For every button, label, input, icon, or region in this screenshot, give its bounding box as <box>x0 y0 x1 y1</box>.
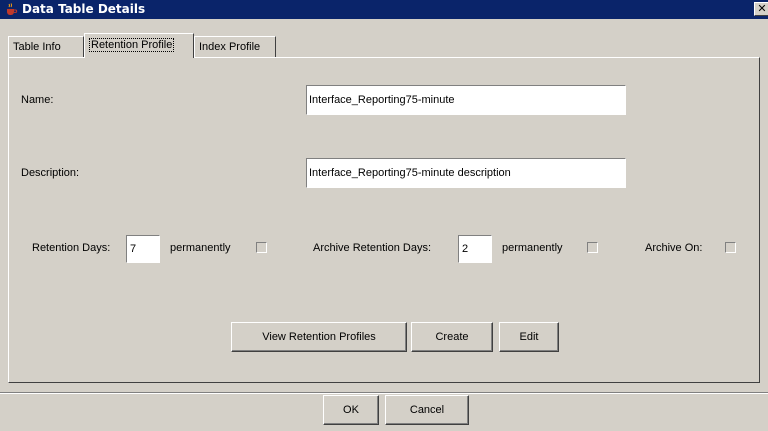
description-field[interactable]: Interface_Reporting75-minute description <box>306 158 626 188</box>
permanently-checkbox[interactable] <box>256 242 267 253</box>
retention-days-label: Retention Days: <box>32 242 111 254</box>
name-field[interactable]: Interface_Reporting75-minute <box>306 85 626 115</box>
permanently-label: permanently <box>170 242 231 254</box>
data-table-details-window: Data Table Details ✕ Table Info Retentio… <box>0 0 768 431</box>
close-button[interactable]: ✕ <box>754 2 768 16</box>
tab-retention-profile[interactable]: Retention Profile <box>84 33 194 58</box>
archive-retention-days-label: Archive Retention Days: <box>313 242 431 254</box>
retention-days-field[interactable]: 7 <box>126 235 160 263</box>
archive-on-checkbox[interactable] <box>725 242 736 253</box>
tab-label: Retention Profile <box>89 38 175 52</box>
archive-on-label: Archive On: <box>645 242 703 254</box>
cancel-button[interactable]: Cancel <box>385 395 469 425</box>
coffee-cup-icon <box>7 3 18 15</box>
create-button[interactable]: Create <box>411 322 493 352</box>
tab-table-info[interactable]: Table Info <box>8 36 84 57</box>
ok-button[interactable]: OK <box>323 395 379 425</box>
archive-retention-days-field[interactable]: 2 <box>458 235 492 263</box>
description-label: Description: <box>21 167 80 179</box>
tab-label: Table Info <box>13 41 61 53</box>
window-title: Data Table Details <box>22 2 146 16</box>
title-bar[interactable]: Data Table Details ✕ <box>0 0 768 19</box>
footer-divider <box>0 392 768 394</box>
tab-index-profile[interactable]: Index Profile <box>194 36 276 57</box>
tab-label: Index Profile <box>199 41 261 53</box>
view-retention-profiles-button[interactable]: View Retention Profiles <box>231 322 407 352</box>
archive-permanently-label: permanently <box>502 242 563 254</box>
edit-button[interactable]: Edit <box>499 322 559 352</box>
name-label: Name: <box>21 94 54 106</box>
archive-permanently-checkbox[interactable] <box>587 242 598 253</box>
